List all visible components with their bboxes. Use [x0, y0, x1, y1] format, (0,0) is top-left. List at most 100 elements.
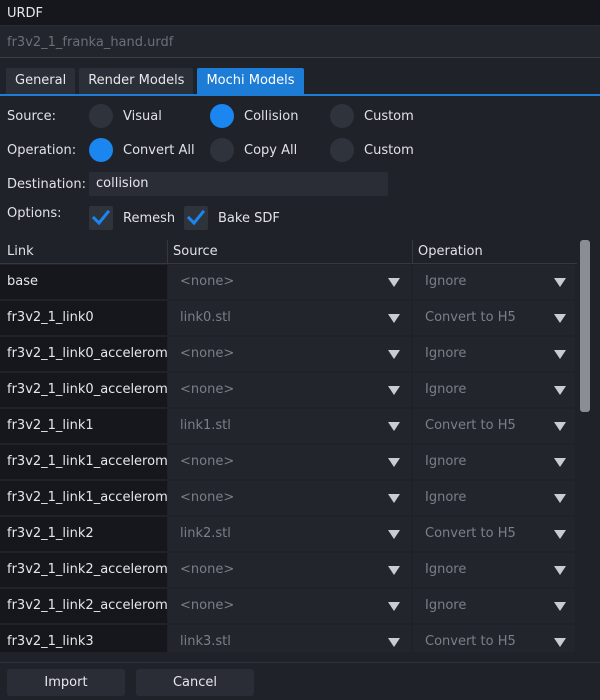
operation-label: Operation:: [7, 143, 77, 158]
column-header-source[interactable]: Source: [173, 244, 218, 259]
dropdown-caret-icon: [554, 314, 566, 323]
table-row[interactable]: fr3v2_1_link1_accelerometer <none> Ignore: [0, 444, 577, 480]
table-row[interactable]: fr3v2_1_link2 link2.stl Convert to H5: [0, 516, 577, 552]
link-name-cell[interactable]: fr3v2_1_link1: [0, 409, 167, 443]
tab-render-models[interactable]: Render Models: [79, 68, 194, 94]
source-visual-radio[interactable]: [89, 104, 113, 128]
source-visual-label: Visual: [123, 109, 162, 124]
link-name-cell[interactable]: fr3v2_1_link3: [0, 625, 167, 652]
source-dropdown-value: link1.stl: [180, 418, 231, 433]
operation-dropdown[interactable]: Convert to H5: [413, 301, 575, 335]
table-row[interactable]: fr3v2_1_link1 link1.stl Convert to H5: [0, 408, 577, 444]
source-dropdown[interactable]: <none>: [168, 373, 411, 407]
table-row[interactable]: fr3v2_1_link2_accelerometer <none> Ignore: [0, 588, 577, 624]
link-name-cell[interactable]: fr3v2_1_link0_accelerometer: [0, 373, 167, 407]
file-path-field[interactable]: fr3v2_1_franka_hand.urdf: [0, 26, 600, 58]
operation-dropdown-value: Ignore: [425, 382, 467, 397]
operation-dropdown-value: Ignore: [425, 598, 467, 613]
operation-dropdown-value: Ignore: [425, 490, 467, 505]
table-row[interactable]: fr3v2_1_link1_accelerometer <none> Ignore: [0, 480, 577, 516]
dropdown-caret-icon: [554, 422, 566, 431]
source-dropdown-value: <none>: [180, 490, 235, 505]
link-name-cell[interactable]: fr3v2_1_link1_accelerometer: [0, 481, 167, 515]
operation-dropdown[interactable]: Ignore: [413, 589, 575, 623]
bake-sdf-checkbox[interactable]: [184, 206, 208, 230]
operation-dropdown-value: Convert to H5: [425, 526, 516, 541]
operation-custom-radio[interactable]: [330, 138, 354, 162]
tab-general[interactable]: General: [6, 68, 76, 94]
dropdown-caret-icon: [554, 458, 566, 467]
operation-dropdown[interactable]: Convert to H5: [413, 517, 575, 551]
operation-dropdown-value: Ignore: [425, 346, 467, 361]
operation-copy-all-radio[interactable]: [210, 138, 234, 162]
links-table: Link Source Operation base <none> Ignore fr…: [0, 240, 577, 652]
operation-copy-all-label: Copy All: [244, 143, 298, 158]
link-name-cell[interactable]: fr3v2_1_link1_accelerometer: [0, 445, 167, 479]
tab-bar: General Render Models Mochi Models: [6, 68, 304, 94]
remesh-checkbox[interactable]: [89, 206, 113, 230]
source-dropdown[interactable]: <none>: [168, 553, 411, 587]
tab-mochi-models[interactable]: Mochi Models: [197, 68, 304, 94]
operation-convert-all-radio[interactable]: [89, 138, 113, 162]
table-row[interactable]: fr3v2_1_link0_accelerometer <none> Ignore: [0, 336, 577, 372]
link-name-cell[interactable]: fr3v2_1_link2: [0, 517, 167, 551]
source-custom-radio[interactable]: [330, 104, 354, 128]
operation-dropdown-value: Ignore: [425, 274, 467, 289]
table-row[interactable]: fr3v2_1_link0 link0.stl Convert to H5: [0, 300, 577, 336]
dropdown-caret-icon: [554, 602, 566, 611]
dropdown-caret-icon: [554, 494, 566, 503]
operation-dropdown[interactable]: Convert to H5: [413, 625, 575, 652]
column-divider[interactable]: [412, 240, 413, 264]
source-dropdown-value: link2.stl: [180, 526, 231, 541]
operation-custom-label: Custom: [364, 143, 414, 158]
table-row[interactable]: fr3v2_1_link2_accelerometer <none> Ignore: [0, 552, 577, 588]
link-name-cell[interactable]: fr3v2_1_link0: [0, 301, 167, 335]
source-dropdown[interactable]: link1.stl: [168, 409, 411, 443]
import-button[interactable]: Import: [7, 669, 125, 696]
link-name-cell[interactable]: fr3v2_1_link2_accelerometer: [0, 589, 167, 623]
source-dropdown[interactable]: <none>: [168, 589, 411, 623]
column-header-link[interactable]: Link: [7, 244, 34, 259]
table-header: Link Source Operation: [0, 240, 577, 264]
link-name-cell[interactable]: fr3v2_1_link0_accelerometer: [0, 337, 167, 371]
source-dropdown[interactable]: link2.stl: [168, 517, 411, 551]
bake-sdf-label: Bake SDF: [218, 211, 280, 226]
operation-dropdown[interactable]: Ignore: [413, 265, 575, 299]
source-dropdown-value: <none>: [180, 562, 235, 577]
source-dropdown-value: <none>: [180, 274, 235, 289]
dropdown-caret-icon: [554, 278, 566, 287]
source-dropdown[interactable]: <none>: [168, 337, 411, 371]
operation-dropdown[interactable]: Convert to H5: [413, 409, 575, 443]
source-dropdown-value: link0.stl: [180, 310, 231, 325]
link-name-cell[interactable]: fr3v2_1_link2_accelerometer: [0, 553, 167, 587]
operation-dropdown[interactable]: Ignore: [413, 481, 575, 515]
operation-dropdown[interactable]: Ignore: [413, 337, 575, 371]
column-divider[interactable]: [167, 240, 168, 264]
operation-dropdown[interactable]: Ignore: [413, 553, 575, 587]
operation-dropdown[interactable]: Ignore: [413, 373, 575, 407]
source-collision-radio[interactable]: [210, 104, 234, 128]
link-name-cell[interactable]: base: [0, 265, 167, 299]
operation-dropdown[interactable]: Ignore: [413, 445, 575, 479]
table-row[interactable]: fr3v2_1_link0_accelerometer <none> Ignore: [0, 372, 577, 408]
window-title: URDF: [7, 6, 44, 21]
dropdown-caret-icon: [388, 458, 400, 467]
scrollbar-thumb[interactable]: [580, 240, 590, 412]
dropdown-caret-icon: [388, 602, 400, 611]
operation-dropdown-value: Convert to H5: [425, 634, 516, 649]
source-dropdown[interactable]: link3.stl: [168, 625, 411, 652]
source-dropdown[interactable]: link0.stl: [168, 301, 411, 335]
column-header-operation[interactable]: Operation: [418, 244, 483, 259]
cancel-button[interactable]: Cancel: [136, 669, 254, 696]
checkmark-icon: [91, 209, 111, 226]
source-dropdown[interactable]: <none>: [168, 481, 411, 515]
table-row[interactable]: fr3v2_1_link3 link3.stl Convert to H5: [0, 624, 577, 652]
dropdown-caret-icon: [554, 530, 566, 539]
source-dropdown[interactable]: <none>: [168, 445, 411, 479]
source-dropdown[interactable]: <none>: [168, 265, 411, 299]
checkmark-icon: [186, 209, 206, 226]
destination-input[interactable]: collision: [89, 172, 388, 196]
dropdown-caret-icon: [554, 638, 566, 647]
table-row[interactable]: base <none> Ignore: [0, 264, 577, 300]
dropdown-caret-icon: [388, 530, 400, 539]
